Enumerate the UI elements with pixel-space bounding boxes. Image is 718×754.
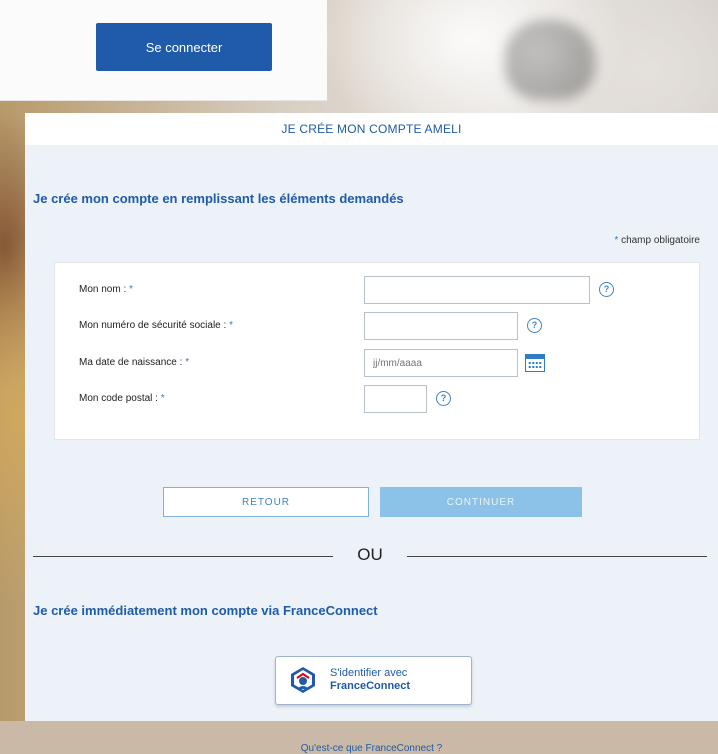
franceconnect-button[interactable]: S'identifier avec FranceConnect xyxy=(275,656,472,705)
divider-right xyxy=(407,556,707,557)
franceconnect-info-link[interactable]: Qu'est-ce que FranceConnect ? xyxy=(25,743,718,754)
name-input[interactable] xyxy=(364,276,590,304)
divider-left xyxy=(33,556,333,557)
franceconnect-title: Je crée immédiatement mon compte via Fra… xyxy=(33,603,378,618)
franceconnect-button-text: S'identifier avec FranceConnect xyxy=(330,667,411,692)
required-note: * champ obligatoire xyxy=(614,235,700,246)
login-button[interactable]: Se connecter xyxy=(96,23,272,71)
ssn-input[interactable] xyxy=(364,312,518,340)
required-note-text: champ obligatoire xyxy=(621,235,700,246)
help-icon[interactable]: ? xyxy=(599,282,614,297)
required-star: * xyxy=(614,235,619,246)
postal-code-label: Mon code postal : * xyxy=(79,393,165,404)
name-label: Mon nom : * xyxy=(79,284,133,295)
field-row-postal-code: Mon code postal : * ? xyxy=(55,385,699,415)
birthdate-label: Ma date de naissance : * xyxy=(79,357,190,368)
fields-box: Mon nom : * ? Mon numéro de sécurité soc… xyxy=(54,262,700,440)
create-account-panel: JE CRÉE MON COMPTE AMELI Je crée mon com… xyxy=(25,113,718,754)
panel-header: JE CRÉE MON COMPTE AMELI xyxy=(281,122,462,136)
back-button[interactable]: RETOUR xyxy=(163,487,369,517)
ssn-label: Mon numéro de sécurité sociale : * xyxy=(79,320,233,331)
help-icon[interactable]: ? xyxy=(527,318,542,333)
form-area: Je crée mon compte en remplissant les él… xyxy=(25,145,718,754)
continue-button[interactable]: CONTINUER xyxy=(380,487,582,517)
or-separator: OU xyxy=(357,545,383,564)
postal-code-input[interactable] xyxy=(364,385,427,413)
help-icon[interactable]: ? xyxy=(436,391,451,406)
field-row-ssn: Mon numéro de sécurité sociale : * ? xyxy=(55,312,699,342)
birthdate-input[interactable] xyxy=(364,349,518,377)
form-title: Je crée mon compte en remplissant les él… xyxy=(33,191,404,206)
field-row-birthdate: Ma date de naissance : * xyxy=(55,349,699,379)
calendar-icon[interactable] xyxy=(525,354,545,372)
login-card: Se connecter xyxy=(0,0,327,101)
field-row-name: Mon nom : * ? xyxy=(55,276,699,306)
franceconnect-logo-icon xyxy=(291,667,315,693)
